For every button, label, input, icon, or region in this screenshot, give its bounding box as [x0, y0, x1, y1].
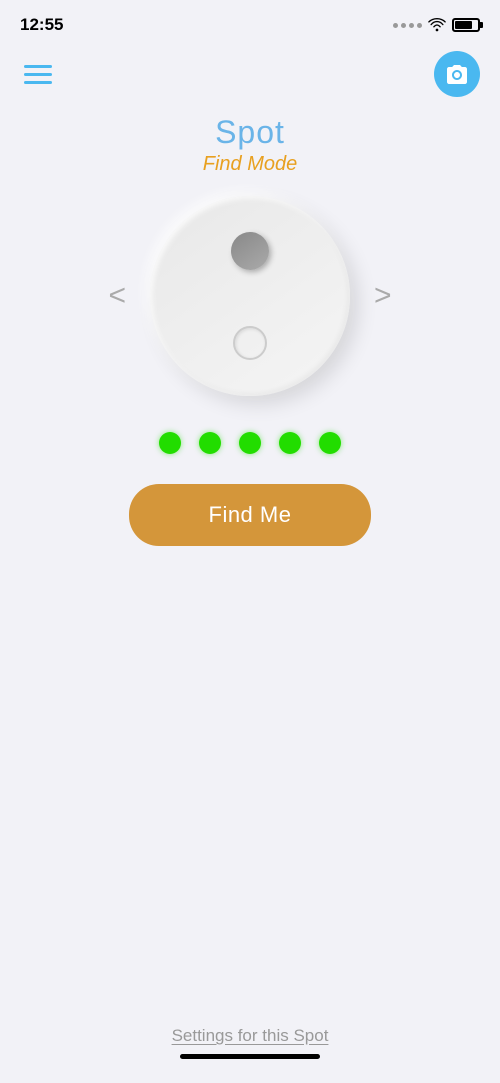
nav-bar [0, 44, 500, 104]
hamburger-menu-button[interactable] [20, 61, 56, 88]
camera-icon [445, 62, 469, 86]
battery-icon [452, 18, 480, 32]
signal-dot-2 [199, 432, 221, 454]
home-indicator [180, 1054, 320, 1059]
signal-dot-5 [319, 432, 341, 454]
status-time: 12:55 [20, 15, 63, 35]
device-mode: Find Mode [203, 153, 298, 176]
bottom-settings: Settings for this Spot [0, 1026, 500, 1059]
wifi-icon [428, 18, 446, 32]
camera-button[interactable] [434, 51, 480, 97]
device-title: Spot [215, 114, 285, 151]
hamburger-line-2 [24, 73, 52, 76]
status-icons [393, 18, 480, 32]
prev-device-button[interactable]: < [84, 269, 150, 323]
signal-dot-1 [159, 432, 181, 454]
spot-top-button [231, 232, 269, 270]
status-bar: 12:55 [0, 0, 500, 44]
settings-link[interactable]: Settings for this Spot [172, 1026, 329, 1046]
spot-bottom-button [233, 326, 267, 360]
device-container: < > [0, 196, 500, 396]
main-content: Spot Find Mode < > Find Me [0, 104, 500, 546]
find-me-button[interactable]: Find Me [129, 484, 372, 546]
cellular-icon [393, 23, 422, 28]
signal-dot-3 [239, 432, 261, 454]
hamburger-line-3 [24, 81, 52, 84]
signal-dot-4 [279, 432, 301, 454]
signal-indicators [159, 432, 341, 454]
spot-device [150, 196, 350, 396]
next-device-button[interactable]: > [350, 269, 416, 323]
hamburger-line-1 [24, 65, 52, 68]
